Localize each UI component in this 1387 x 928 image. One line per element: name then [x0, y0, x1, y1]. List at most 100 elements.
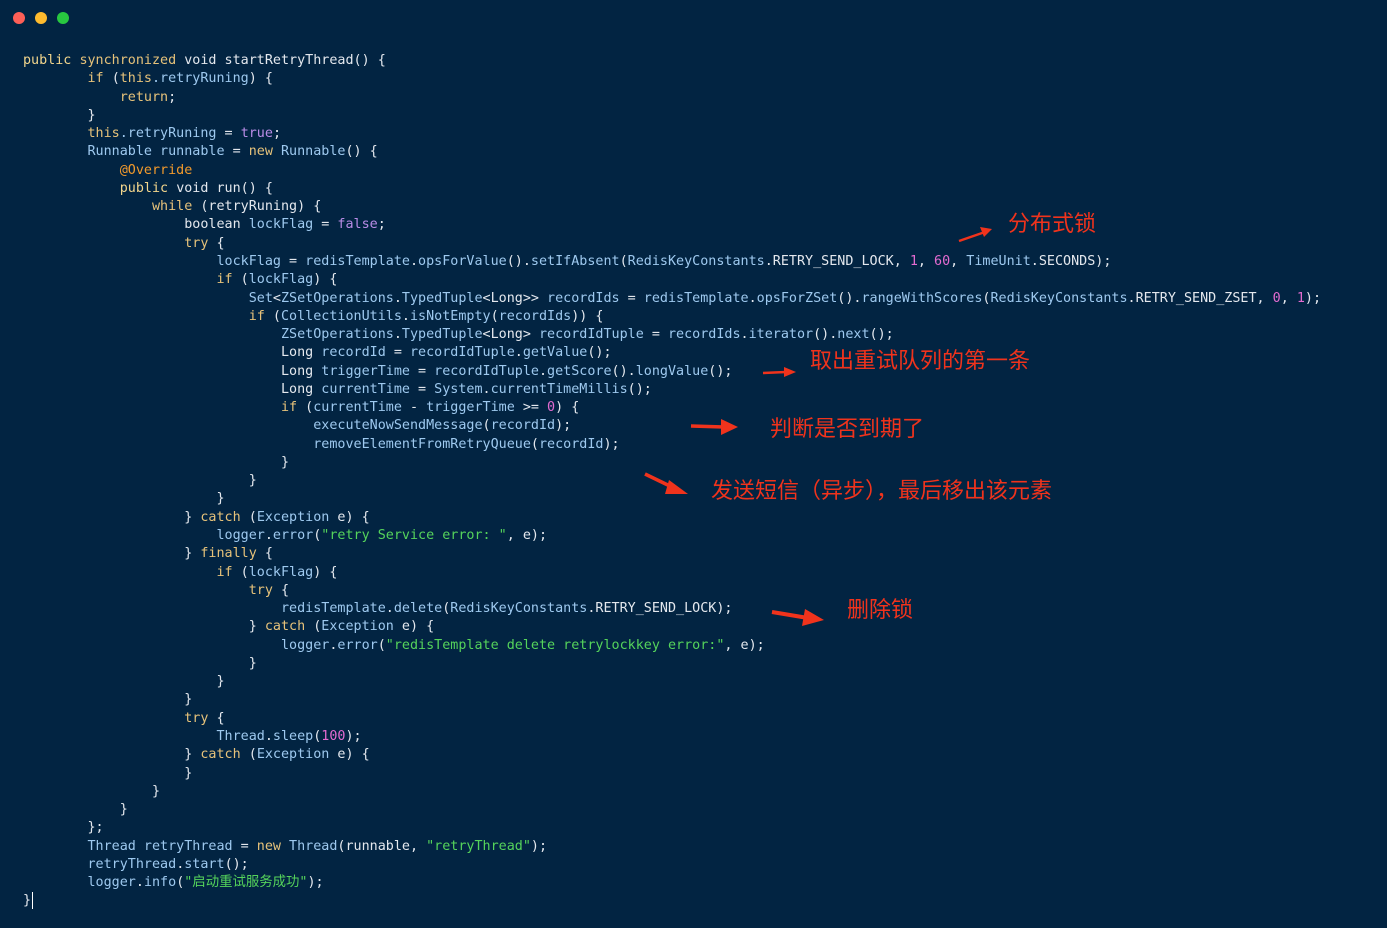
code-token: redisTemplate: [23, 601, 386, 617]
code-token: finally: [200, 546, 265, 562]
code-token: }: [23, 747, 201, 763]
code-line: Long recordId = recordIdTuple.getValue()…: [23, 344, 612, 362]
code-token: .: [135, 875, 144, 891]
code-token: logger: [23, 528, 265, 544]
code-token: catch: [200, 509, 249, 525]
code-token: recordId: [490, 418, 556, 434]
zoom-window-button[interactable]: [57, 12, 69, 24]
code-token: =: [224, 144, 249, 160]
code-token: =: [619, 290, 644, 306]
code-token: Exception: [256, 747, 330, 763]
code-line: }: [23, 765, 192, 783]
code-line: redisTemplate.delete(RedisKeyConstants.R…: [23, 600, 733, 618]
code-line: Long triggerTime = recordIdTuple.getScor…: [23, 363, 733, 381]
text-cursor: [32, 892, 34, 910]
annotation-check-expired: 判断是否到期了: [770, 417, 925, 442]
code-token: redisTemplate: [643, 290, 749, 306]
code-token: catch: [200, 747, 249, 763]
code-token: opsForValue: [418, 253, 507, 269]
code-token: 0: [547, 400, 556, 416]
code-token: };: [23, 820, 104, 836]
code-token: ,: [950, 253, 967, 269]
annotation-delete-lock: 删除锁: [847, 598, 914, 623]
code-token: Exception: [256, 509, 330, 525]
code-line: }: [23, 801, 128, 819]
code-token: opsForZSet: [756, 290, 838, 306]
code-line: if (this.retryRuning) {: [23, 70, 273, 88]
code-token: if: [23, 308, 273, 324]
code-token: }: [23, 655, 257, 671]
code-token: currentTimeMillis: [490, 381, 628, 397]
code-line: logger.error("redisTemplate delete retry…: [23, 637, 765, 655]
code-token: info: [143, 875, 177, 891]
code-token: , e);: [506, 528, 548, 544]
code-token: recordIds: [547, 290, 620, 306]
code-token: );: [603, 436, 620, 452]
arrow-icon: [958, 227, 992, 243]
code-token: }: [23, 619, 265, 635]
code-token: RedisKeyConstants: [627, 253, 765, 269]
code-token: .: [264, 728, 273, 744]
code-token: =: [232, 838, 257, 854]
code-token: Runnable: [280, 144, 346, 160]
annotation-send-sms: 发送短信（异步），最后移出该元素: [711, 479, 1053, 504]
code-token: (: [482, 418, 491, 434]
code-token: () {: [345, 144, 378, 160]
code-token: ();: [627, 381, 652, 397]
code-token: (: [619, 253, 628, 269]
code-token: try: [23, 710, 217, 726]
code-token: =: [643, 327, 668, 343]
code-token: delete: [393, 601, 443, 617]
code-token: ().: [837, 290, 862, 306]
code-token: ().: [506, 253, 531, 269]
code-line: retryThread.start();: [23, 856, 248, 874]
code-token: redisTemplate: [305, 253, 410, 269]
code-token: recordIdTuple: [434, 363, 539, 379]
code-token: ().: [813, 327, 838, 343]
code-token: synchronized: [79, 53, 185, 68]
code-token: <: [272, 290, 281, 306]
code-token: "retryThread": [426, 838, 531, 854]
code-token: }: [23, 491, 225, 507]
code-token: boolean: [23, 217, 249, 233]
code-token: longValue: [635, 363, 709, 379]
code-line: Runnable runnable = new Runnable() {: [23, 143, 378, 161]
code-token: this: [23, 126, 120, 142]
code-token: ) {: [248, 71, 273, 87]
code-token: (: [490, 308, 499, 324]
code-token: retryThread: [23, 856, 177, 872]
code-token: -: [401, 400, 427, 416]
code-token: ,: [917, 253, 935, 269]
code-line: } catch (Exception e) {: [23, 746, 369, 764]
code-line: logger.error("retry Service error: ", e)…: [23, 527, 547, 545]
minimize-window-button[interactable]: [35, 12, 47, 24]
code-token: Long: [23, 363, 322, 379]
code-token: Thread: [289, 838, 338, 854]
code-token: "启动重试服务成功": [184, 875, 308, 891]
code-token: .RETRY_SEND_LOCK,: [764, 253, 910, 269]
code-token: ) {: [313, 564, 338, 580]
code-token: (: [248, 747, 257, 763]
code-token: ,: [1280, 290, 1297, 306]
code-token: recordIdTuple: [409, 345, 515, 361]
code-token: error: [272, 528, 314, 544]
code-line: while (retryRuning) {: [23, 198, 321, 216]
code-token: catch: [264, 619, 314, 635]
code-token: (runnable,: [337, 838, 427, 854]
code-line: try {: [23, 710, 224, 728]
code-line: Set<ZSetOperations.TypedTuple<Long>> rec…: [23, 290, 1321, 308]
code-line: }: [23, 655, 257, 673]
code-token: ZSetOperations: [280, 290, 394, 306]
code-line: }: [23, 454, 289, 472]
code-token: ) {: [555, 400, 580, 416]
close-window-button[interactable]: [13, 12, 25, 24]
code-token: rangeWithScores: [861, 290, 983, 306]
code-token: .: [740, 327, 749, 343]
code-token: recordIdTuple: [538, 327, 644, 343]
code-line: if (CollectionUtils.isNotEmpty(recordIds…: [23, 308, 604, 326]
code-token: =: [409, 381, 435, 397]
code-token: triggerTime: [321, 363, 410, 379]
code-token: error: [337, 637, 378, 653]
code-token: }: [23, 765, 193, 781]
code-line: }: [23, 691, 192, 709]
